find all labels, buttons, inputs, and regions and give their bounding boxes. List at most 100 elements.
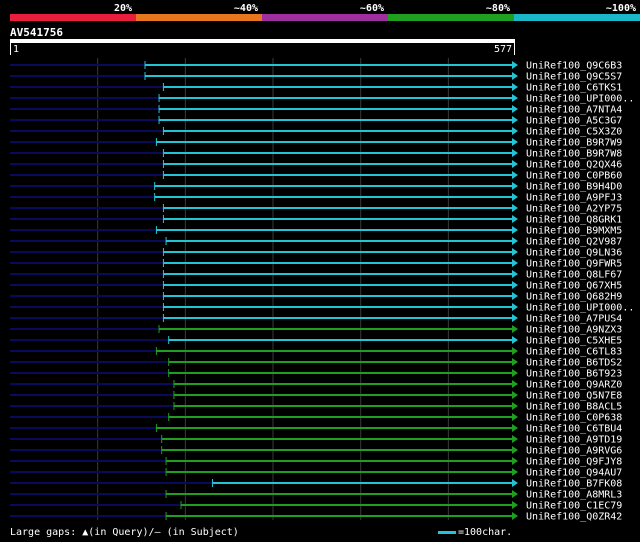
identity-band [388,14,514,21]
identity-label: ~80% [486,3,510,14]
hit-row: UniRef100_A9RVG6 [10,446,622,457]
alignment-chart: 20% ~40% ~60% ~80% ~100% AV541756 1 577 UniRe… [10,3,640,523]
hit-label: UniRef100_A9RVG6 [526,446,622,457]
hit-arrow-icon [512,105,518,113]
hit-row: UniRef100_B6TDS2 [10,358,622,369]
hit-row: UniRef100_B9R7W8 [10,149,622,160]
identity-band [262,14,388,21]
hit-label: UniRef100_B8ACL5 [526,402,622,413]
hit-row: UniRef100_C5XHE5 [10,336,622,347]
hit-row: UniRef100_Q9ARZ0 [10,380,622,391]
hit-row: UniRef100_A7NTA4 [10,105,622,116]
hit-arrow-icon [512,314,518,322]
hit-row: UniRef100_C6TBU4 [10,424,622,435]
hit-label: UniRef100_C5X3Z0 [526,127,622,138]
hit-row: UniRef100_Q8GRK1 [10,215,622,226]
hit-label: UniRef100_Q9LN36 [526,248,622,259]
hit-row: UniRef100_B7FK08 [10,479,622,490]
hit-label: UniRef100_B6TDS2 [526,358,622,369]
hit-arrow-icon [512,116,518,124]
hit-arrow-icon [512,94,518,102]
hit-row: UniRef100_B9R7W9 [10,138,622,149]
hit-label: UniRef100_C0PB60 [526,171,622,182]
hit-label: UniRef100_C6TL83 [526,347,622,358]
hit-row: UniRef100_A8MRL3 [10,490,622,501]
scale-label: =100char. [458,527,513,538]
hit-label: UniRef100_A9TD19 [526,435,622,446]
large-gaps-label: Large gaps: [10,527,83,538]
hit-label: UniRef100_C5XHE5 [526,336,622,347]
hit-row: UniRef100_A9NZX3 [10,325,622,336]
hit-arrow-icon [512,160,518,168]
scale-legend: =100char. [438,527,512,538]
hit-label: UniRef100_Q0ZR42 [526,512,622,523]
hit-label: UniRef100_A5C3G7 [526,116,622,127]
query-bar [10,39,515,43]
hit-arrow-icon [512,226,518,234]
hit-arrow-icon [512,479,518,487]
hit-arrow-icon [512,248,518,256]
identity-label: 20% [114,3,132,14]
hit-arrow-icon [512,490,518,498]
hit-row: UniRef100_Q5N7E8 [10,391,622,402]
hit-label: UniRef100_Q2QX46 [526,160,622,171]
identity-label: ~40% [234,3,258,14]
identity-band [514,14,640,21]
large-gaps-legend: Large gaps: ▲(in Query)/— (in Subject) [10,527,239,538]
hit-arrow-icon [512,259,518,267]
query-end-label: 577 [494,44,512,55]
hit-list: UniRef100_Q9C6B3UniRef100_Q9C5S7UniRef10… [10,61,634,523]
hit-label: UniRef100_B9R7W8 [526,149,622,160]
query-axis: 1 577 [10,39,515,55]
hit-arrow-icon [512,468,518,476]
hit-arrow-icon [512,72,518,80]
hit-row: UniRef100_Q94AU7 [10,468,622,479]
hit-label: UniRef100_A9PFJ3 [526,193,622,204]
hit-arrow-icon [512,512,518,520]
hit-row: UniRef100_Q8LF67 [10,270,622,281]
hit-row: UniRef100_A9PFJ3 [10,193,622,204]
hit-row: UniRef100_UPI000.. [10,94,634,105]
hit-row: UniRef100_B9H4D0 [10,182,622,193]
hit-label: UniRef100_C6TBU4 [526,424,622,435]
hit-arrow-icon [512,391,518,399]
hit-arrow-icon [512,424,518,432]
hit-row: UniRef100_C1EC79 [10,501,622,512]
hit-arrow-icon [512,281,518,289]
hit-label: UniRef100_B7FK08 [526,479,622,490]
hit-row: UniRef100_Q2QX46 [10,160,622,171]
hit-row: UniRef100_A9TD19 [10,435,622,446]
hit-arrow-icon [512,435,518,443]
hit-label: UniRef100_B9R7W9 [526,138,622,149]
identity-band [10,14,136,21]
hit-row: UniRef100_Q9FWR5 [10,259,622,270]
hit-label: UniRef100_A7NTA4 [526,105,622,116]
identity-label: ~100% [606,3,636,14]
hit-row: UniRef100_Q9FJY8 [10,457,622,468]
hit-label: UniRef100_Q9ARZ0 [526,380,622,391]
hit-row: UniRef100_Q0ZR42 [10,512,622,523]
hit-row: UniRef100_Q67XH5 [10,281,622,292]
hit-arrow-icon [512,237,518,245]
hit-row: UniRef100_C0P638 [10,413,622,424]
hit-label: UniRef100_Q8LF67 [526,270,622,281]
hit-label: UniRef100_A8MRL3 [526,490,622,501]
hit-arrow-icon [512,380,518,388]
hit-label: UniRef100_C6TKS1 [526,83,622,94]
hit-row: UniRef100_UPI000.. [10,303,634,314]
hit-arrow-icon [512,193,518,201]
identity-band [136,14,262,21]
hit-arrow-icon [512,215,518,223]
in-query-label: (in Query)/ [88,527,155,538]
hit-arrow-icon [512,501,518,509]
query-title: AV541756 [10,26,63,39]
hit-arrow-icon [512,138,518,146]
hit-label: UniRef100_Q9C5S7 [526,72,622,83]
hit-label: UniRef100_A7PUS4 [526,314,622,325]
hit-label: UniRef100_UPI000.. [526,94,634,105]
hit-label: UniRef100_UPI000.. [526,303,634,314]
hit-label: UniRef100_Q5N7E8 [526,391,622,402]
hit-row: UniRef100_C0PB60 [10,171,622,182]
hit-label: UniRef100_Q2V987 [526,237,622,248]
hit-arrow-icon [512,292,518,300]
